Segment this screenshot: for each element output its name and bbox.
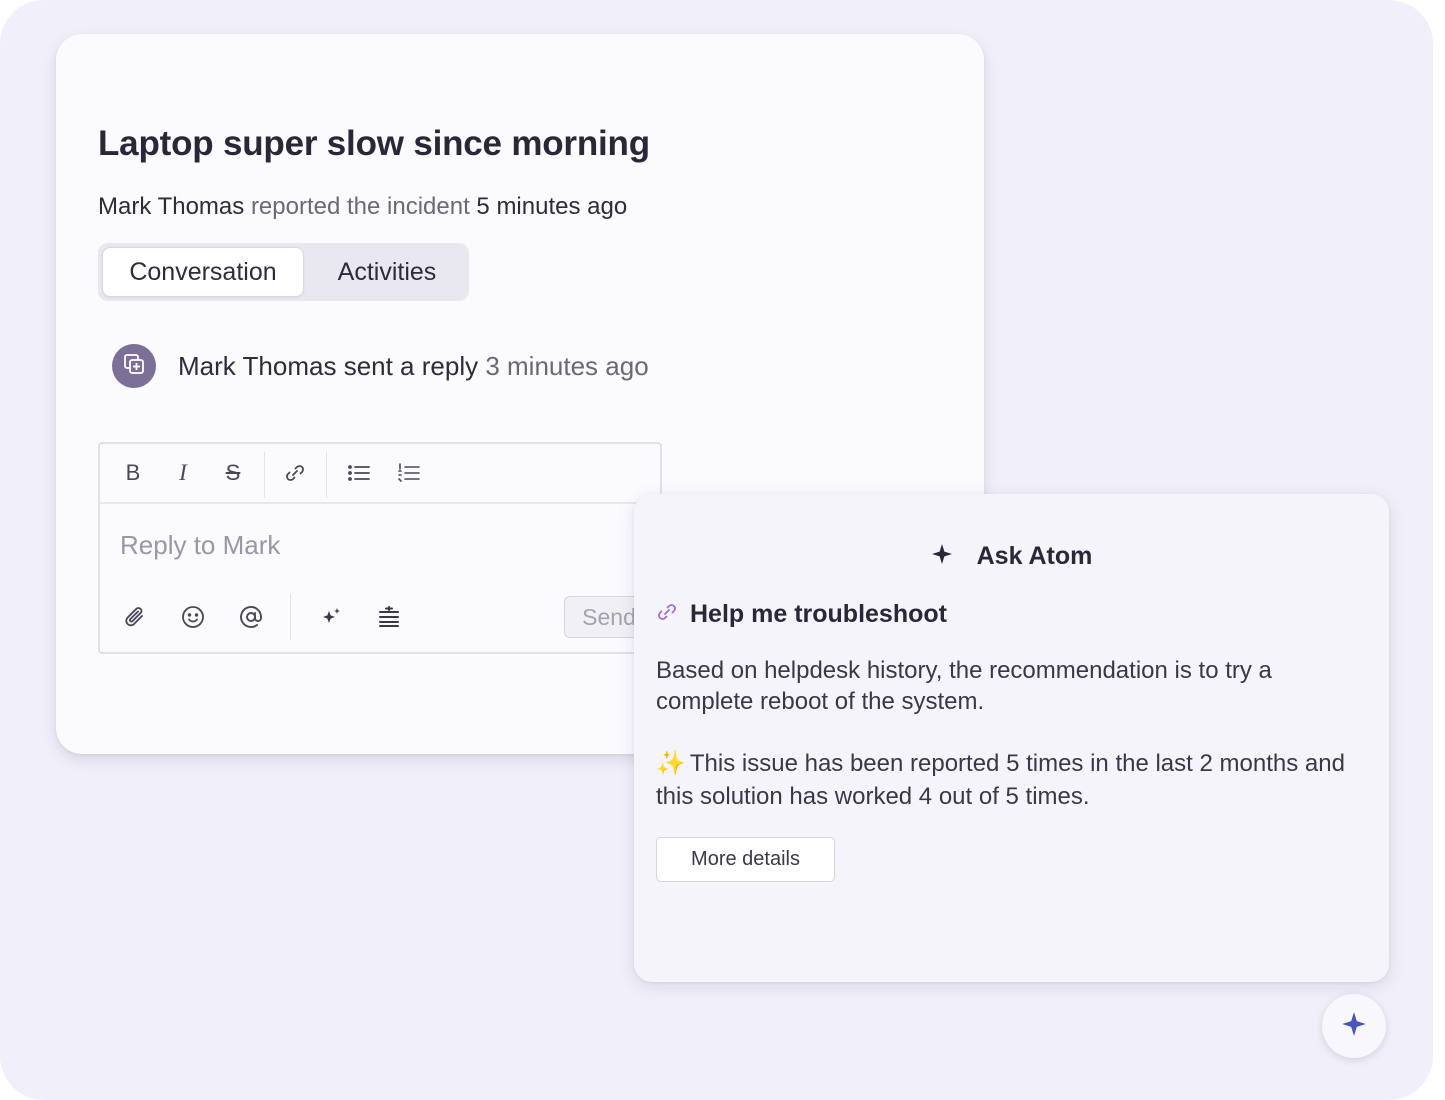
reply-event: Mark Thomas sent a reply 3 minutes ago [112, 344, 649, 388]
atom-title: Ask Atom [976, 542, 1093, 570]
numbered-list-icon[interactable] [394, 458, 424, 488]
app-background: Laptop super slow since morning Mark Tho… [0, 0, 1433, 1100]
history-text: ✨ This issue has been reported 5 times in… [656, 747, 1356, 813]
ask-atom-fab[interactable] [1322, 994, 1386, 1058]
attachment-icon[interactable] [120, 602, 150, 632]
toolbar-divider [290, 594, 291, 640]
toolbar-divider [264, 452, 265, 498]
avatar [112, 344, 156, 388]
mention-icon[interactable] [236, 602, 266, 632]
reply-input[interactable] [120, 530, 600, 561]
format-icon[interactable] [374, 602, 404, 632]
tab-activities[interactable]: Activities [312, 247, 462, 297]
reported-line: Mark Thomas reported the incident 5 minu… [98, 193, 627, 221]
ai-sparkle-icon[interactable] [316, 602, 346, 632]
strikethrough-icon[interactable]: S [218, 458, 248, 488]
incident-title: Laptop super slow since morning [98, 124, 650, 163]
reply-author[interactable]: Mark Thomas [178, 351, 336, 381]
reply-time: 3 minutes ago [485, 350, 649, 381]
bold-icon[interactable]: B [118, 458, 148, 488]
reply-text: Mark Thomas sent a reply 3 minutes ago [178, 351, 649, 382]
italic-glyph: I [179, 460, 187, 485]
help-prompt-text: Help me troubleshoot [690, 600, 947, 628]
bullet-list-icon[interactable] [344, 458, 374, 488]
toolbar-divider [326, 452, 327, 498]
reply-editor: B I S Reply to Mark Send [98, 442, 662, 654]
recommendation-text: Based on helpdesk history, the recommend… [656, 657, 1272, 715]
emoji-icon[interactable] [178, 602, 208, 632]
more-details-button[interactable]: More details [656, 837, 835, 882]
italic-icon[interactable]: I [168, 458, 198, 488]
reply-action: sent a reply [343, 350, 479, 381]
sparkles-icon: ✨ [656, 750, 686, 777]
tab-conversation[interactable]: Conversation [102, 247, 304, 297]
tab-bar: Conversation Activities [98, 243, 469, 301]
ask-atom-panel: Ask Atom Help me troubleshoot Based on h… [634, 494, 1389, 982]
reporter-name[interactable]: Mark Thomas [98, 193, 244, 220]
bold-glyph: B [125, 460, 141, 485]
strike-glyph: S [225, 460, 241, 485]
link-icon [656, 601, 678, 628]
link-icon[interactable] [280, 458, 310, 488]
formatting-toolbar: B I S [100, 444, 660, 504]
reported-action: reported the incident [250, 193, 470, 220]
sparkle-icon [931, 543, 953, 570]
add-note-icon [123, 353, 145, 380]
sparkle-icon [1341, 1011, 1367, 1042]
atom-header: Ask Atom [634, 542, 1389, 571]
reported-time: 5 minutes ago [476, 193, 628, 220]
history-text-body: This issue has been reported 5 times in … [656, 750, 1345, 810]
help-prompt[interactable]: Help me troubleshoot [656, 600, 947, 629]
